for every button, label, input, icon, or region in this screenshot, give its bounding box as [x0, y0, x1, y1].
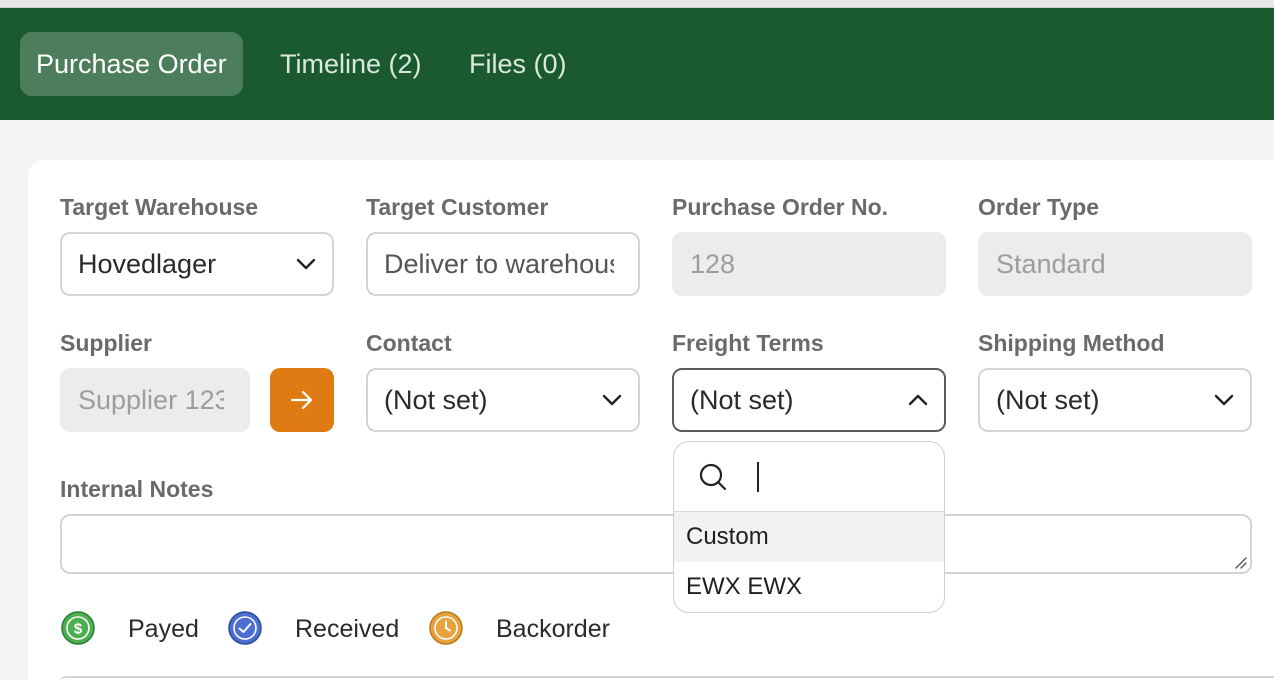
shipping-method-select[interactable]: (Not set) — [978, 368, 1252, 432]
freight-terms-label: Freight Terms — [672, 330, 824, 356]
target-customer-label: Target Customer — [366, 194, 549, 220]
resize-handle-icon[interactable] — [1233, 555, 1247, 569]
shipping-method-label: Shipping Method — [978, 330, 1165, 356]
target-warehouse-label: Target Warehouse — [60, 194, 259, 220]
dollar-icon: $ — [61, 611, 95, 645]
search-icon — [699, 463, 727, 491]
chevron-up-icon — [908, 394, 928, 406]
dropdown-option-ewx[interactable]: EWX EWX — [674, 562, 944, 612]
freight-terms-select[interactable]: (Not set) — [672, 368, 946, 432]
chevron-down-icon — [602, 394, 622, 406]
target-customer-input[interactable]: Deliver to warehouse — [366, 232, 640, 296]
contact-select[interactable]: (Not set) — [366, 368, 640, 432]
svg-text:$: $ — [74, 621, 83, 638]
contact-value: (Not set) — [384, 385, 488, 415]
tab-timeline[interactable]: Timeline (2) — [264, 32, 438, 96]
go-to-supplier-button[interactable] — [270, 368, 334, 432]
text-caret — [757, 462, 759, 492]
supplier-label: Supplier — [60, 330, 153, 356]
target-warehouse-value: Hovedlager — [78, 249, 217, 279]
next-section-edge — [60, 676, 1274, 680]
supplier-value: Supplier 123 — [78, 385, 224, 415]
dropdown-search — [674, 442, 944, 512]
order-type-value: Standard — [996, 249, 1106, 279]
arrow-right-icon — [290, 390, 313, 410]
check-icon — [228, 611, 262, 645]
po-number-label: Purchase Order No. — [672, 194, 889, 220]
order-type-label: Order Type — [978, 194, 1099, 220]
window-top-edge — [0, 0, 1274, 8]
freight-terms-dropdown: Custom EWX EWX — [673, 441, 945, 613]
clock-icon — [429, 611, 463, 645]
target-warehouse-select[interactable]: Hovedlager — [60, 232, 334, 296]
po-number-field: 128 — [672, 232, 946, 296]
po-number-value: 128 — [690, 249, 736, 279]
internal-notes-label: Internal Notes — [60, 476, 214, 502]
chevron-down-icon — [296, 258, 316, 270]
shipping-method-value: (Not set) — [996, 385, 1100, 415]
tab-purchase-order[interactable]: Purchase Order — [20, 32, 243, 96]
legend-payed: Payed — [128, 615, 199, 643]
freight-terms-value: (Not set) — [690, 385, 794, 415]
dropdown-option-custom[interactable]: Custom — [674, 512, 944, 562]
page-header: Purchase Order Timeline (2) Files (0) — [0, 8, 1274, 120]
internal-notes-textarea[interactable] — [60, 514, 1252, 574]
target-customer-value: Deliver to warehouse — [384, 249, 614, 279]
supplier-field: Supplier 123 — [60, 368, 250, 432]
dropdown-search-input[interactable] — [754, 460, 924, 494]
tab-files[interactable]: Files (0) — [453, 32, 583, 96]
contact-label: Contact — [366, 330, 452, 356]
order-type-field: Standard — [978, 232, 1252, 296]
chevron-down-icon — [1214, 394, 1234, 406]
legend-received: Received — [295, 615, 400, 643]
legend-backorder: Backorder — [496, 615, 610, 643]
